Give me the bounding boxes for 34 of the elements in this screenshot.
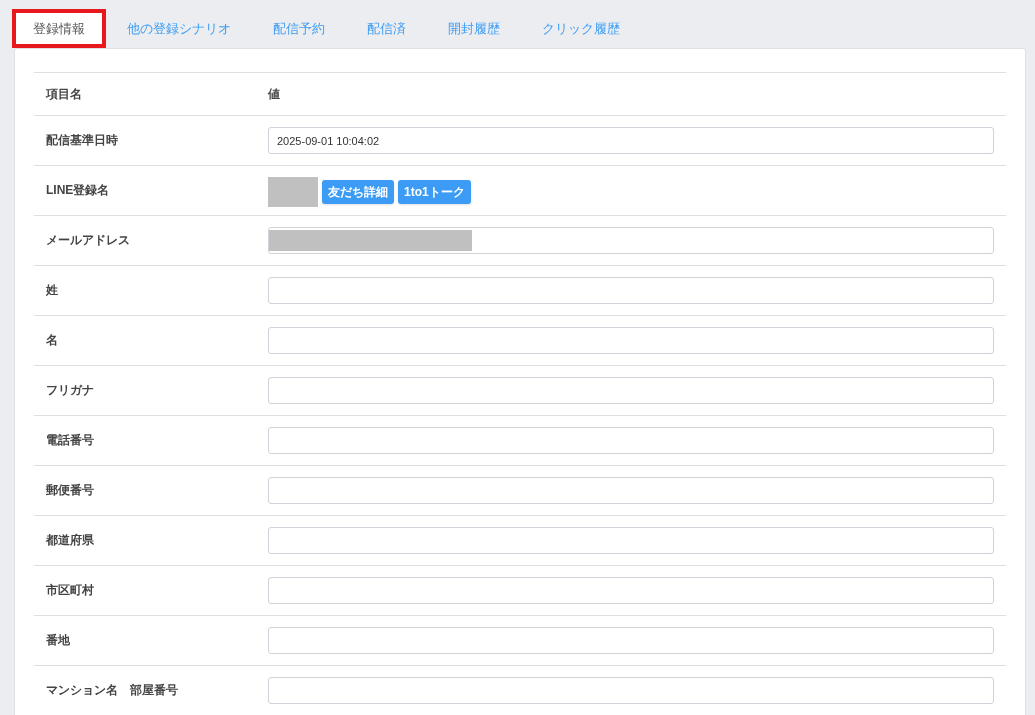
tab[interactable]: 配信済 <box>346 9 427 48</box>
field-label: メールアドレス <box>45 232 131 249</box>
field-label: フリガナ <box>45 382 95 399</box>
tab[interactable]: クリック履歴 <box>521 9 641 48</box>
field-label: 姓 <box>45 282 59 299</box>
field-label: 市区町村 <box>45 582 95 599</box>
field-label: 配信基準日時 <box>45 132 119 149</box>
input-field[interactable] <box>268 477 994 504</box>
input-field[interactable]: 2025-09-01 10:04:02 <box>268 127 994 154</box>
field-label: 名 <box>45 332 59 349</box>
field-label: 番地 <box>45 632 71 649</box>
input-field[interactable] <box>268 527 994 554</box>
field-label: 電話番号 <box>45 432 95 449</box>
column-header: 値 <box>268 86 280 103</box>
input-field[interactable] <box>268 327 994 354</box>
tab[interactable]: 開封履歴 <box>427 9 521 48</box>
tab[interactable]: 登録情報 <box>12 9 106 48</box>
input-field[interactable] <box>268 677 994 704</box>
tab[interactable]: 配信予約 <box>252 9 346 48</box>
input-field[interactable] <box>268 227 994 254</box>
action-button[interactable]: 友だち詳細 <box>322 180 394 204</box>
input-field[interactable] <box>268 427 994 454</box>
field-label: 郵便番号 <box>45 482 95 499</box>
column-header: 項目名 <box>44 86 83 103</box>
field-label: マンション名 部屋番号 <box>45 682 179 699</box>
field-label: 都道府県 <box>45 532 95 549</box>
redacted-block <box>268 177 318 207</box>
input-field[interactable] <box>268 577 994 604</box>
tab[interactable]: 他の登録シナリオ <box>106 9 252 48</box>
field-label: LINE登録名 <box>45 182 111 199</box>
input-field[interactable] <box>268 377 994 404</box>
input-field[interactable] <box>268 277 994 304</box>
action-button[interactable]: 1to1トーク <box>398 180 471 204</box>
input-field[interactable] <box>268 627 994 654</box>
